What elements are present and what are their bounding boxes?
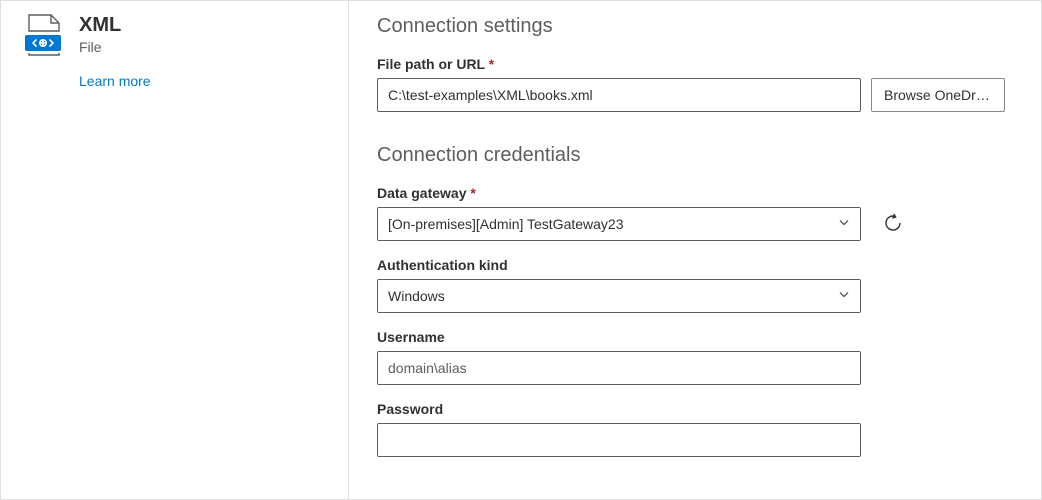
- refresh-gateway-button[interactable]: [879, 210, 907, 238]
- file-path-field: File path or URL * Browse OneDrive...: [377, 56, 1013, 112]
- authentication-kind-label: Authentication kind: [377, 257, 1013, 273]
- sidebar: XML File Learn more: [1, 1, 349, 499]
- connection-settings-heading: Connection settings: [377, 15, 1013, 38]
- connection-credentials-heading: Connection credentials: [377, 144, 1013, 167]
- data-gateway-field: Data gateway * [On-premises][Admin] Test…: [377, 185, 1013, 241]
- connector-meta: XML File: [79, 13, 121, 55]
- required-asterisk: *: [470, 185, 475, 201]
- xml-file-icon: [21, 13, 65, 57]
- connector-header: XML File: [21, 13, 328, 57]
- authentication-kind-field: Authentication kind Windows: [377, 257, 1013, 313]
- file-path-input[interactable]: [377, 78, 861, 112]
- password-field: Password: [377, 401, 1013, 457]
- learn-more-link[interactable]: Learn more: [79, 73, 328, 89]
- browse-onedrive-button[interactable]: Browse OneDrive...: [871, 78, 1005, 112]
- data-gateway-label-text: Data gateway: [377, 185, 466, 201]
- required-asterisk: *: [489, 56, 494, 72]
- username-input[interactable]: [377, 351, 861, 385]
- password-label: Password: [377, 401, 1013, 417]
- password-input[interactable]: [377, 423, 861, 457]
- refresh-icon: [883, 213, 903, 236]
- file-path-label-text: File path or URL: [377, 56, 485, 72]
- username-field: Username: [377, 329, 1013, 385]
- connector-subtitle: File: [79, 39, 121, 55]
- authentication-kind-select[interactable]: Windows: [377, 279, 861, 313]
- main-panel: Connection settings File path or URL * B…: [349, 1, 1041, 499]
- data-gateway-label: Data gateway *: [377, 185, 1013, 201]
- data-gateway-select[interactable]: [On-premises][Admin] TestGateway23: [377, 207, 861, 241]
- connector-title: XML: [79, 13, 121, 37]
- file-path-label: File path or URL *: [377, 56, 1013, 72]
- username-label: Username: [377, 329, 1013, 345]
